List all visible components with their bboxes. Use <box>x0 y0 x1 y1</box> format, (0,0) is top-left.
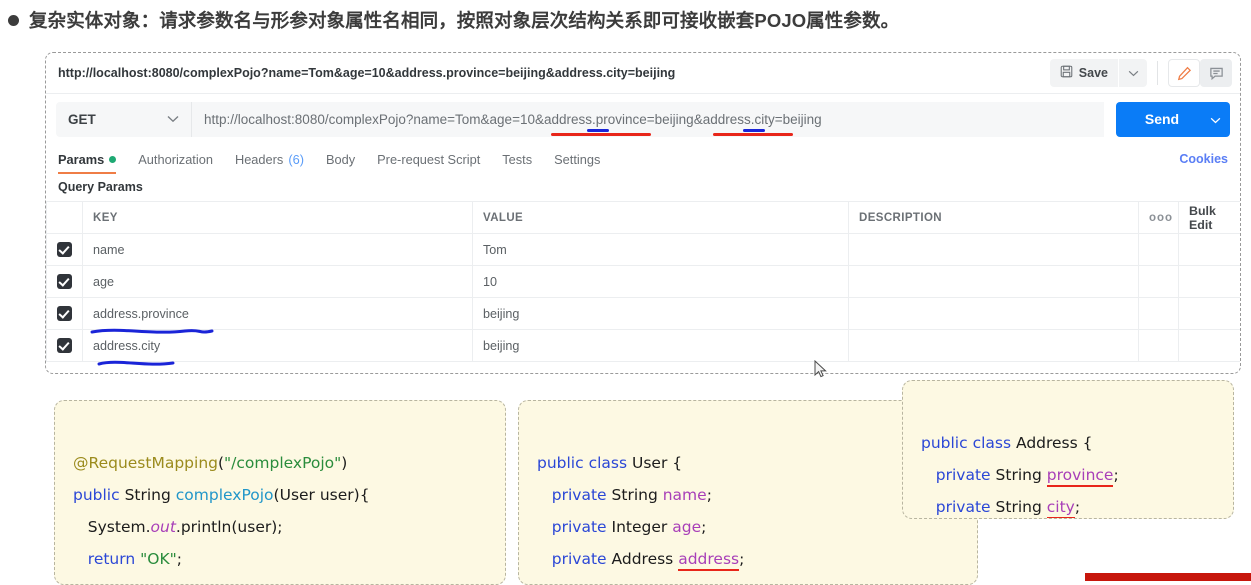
query-params-heading: Query Params <box>58 180 143 194</box>
row-description-name[interactable] <box>848 233 1139 266</box>
address-class-code-card: public class Address { private String pr… <box>902 380 1234 519</box>
mouse-cursor-icon <box>814 360 827 378</box>
checkbox-checked-icon <box>57 242 72 258</box>
save-dropdown-button[interactable] <box>1119 59 1147 87</box>
edit-request-button[interactable] <box>1168 59 1200 87</box>
code-field-province-underlined: province <box>1046 466 1114 487</box>
tab-headers[interactable]: Headers (6) <box>235 144 304 174</box>
row-description-address-city[interactable] <box>848 329 1139 362</box>
table-options-button[interactable]: ooo <box>1138 201 1179 234</box>
row-value-address-province[interactable]: beijing <box>472 297 849 330</box>
tab-settings-label: Settings <box>554 151 601 167</box>
table-row: name Tom <box>46 233 1240 266</box>
header-description: DESCRIPTION <box>848 201 1139 234</box>
save-button-label: Save <box>1078 66 1108 80</box>
tab-tests[interactable]: Tests <box>502 144 532 174</box>
row-value-age[interactable]: 10 <box>472 265 849 298</box>
row-value-name[interactable]: Tom <box>472 233 849 266</box>
row-spacer-2 <box>1178 297 1240 330</box>
table-header-row: KEY VALUE DESCRIPTION ooo Bulk Edit <box>46 201 1240 234</box>
cookies-link[interactable]: Cookies <box>1179 152 1228 166</box>
table-row: address.province beijing <box>46 297 1240 330</box>
slide-bullet: 复杂实体对象：请求参数名与形参对象属性名相同，按照对象层次结构关系即可接收嵌套P… <box>8 4 1248 36</box>
tab-tests-label: Tests <box>502 151 533 167</box>
tab-params-label: Params <box>58 151 105 167</box>
header-key: KEY <box>82 201 473 234</box>
row-checkbox-name[interactable] <box>46 233 83 266</box>
slide-bullet-text: 复杂实体对象：请求参数名与形参对象属性名相同，按照对象层次结构关系即可接收嵌套P… <box>29 10 900 31</box>
row-spacer-1 <box>1138 329 1179 362</box>
send-dropdown-button[interactable] <box>1200 111 1230 127</box>
params-modified-dot-icon <box>109 155 117 163</box>
tab-params[interactable]: Params <box>58 144 117 174</box>
save-button[interactable]: Save <box>1049 59 1118 87</box>
tab-headers-label: Headers <box>234 151 284 167</box>
controller-code-card: @RequestMapping("/complexPojo") public S… <box>54 400 506 585</box>
http-method-select[interactable]: GET <box>56 101 191 137</box>
chevron-down-icon <box>1128 70 1138 76</box>
row-spacer-2 <box>1178 329 1240 362</box>
tab-pre-request-script[interactable]: Pre-request Script <box>377 144 480 174</box>
request-tab-title[interactable]: http://localhost:8080/complexPojo?name=T… <box>58 66 1050 80</box>
code-field-city-underlined: city <box>1046 498 1075 518</box>
table-row: age 10 <box>46 265 1240 298</box>
http-method-value: GET <box>68 111 96 127</box>
request-bar: GET http://localhost:8080/complexPojo?na… <box>46 94 1240 144</box>
bullet-dot-icon <box>8 14 19 26</box>
toolbar-divider <box>1157 61 1158 85</box>
checkbox-checked-icon <box>57 306 72 322</box>
row-key-name[interactable]: name <box>82 233 473 266</box>
pencil-icon <box>1177 66 1191 80</box>
header-checkbox-cell <box>46 201 83 234</box>
tab-authorization-label: Authorization <box>138 151 213 167</box>
tab-headers-count: (6) <box>288 151 304 167</box>
row-key-address-province[interactable]: address.province <box>82 297 473 330</box>
row-description-address-province[interactable] <box>848 297 1139 330</box>
row-spacer-1 <box>1138 265 1179 298</box>
row-checkbox-address-province[interactable] <box>46 297 83 330</box>
row-spacer-1 <box>1138 233 1179 266</box>
row-description-age[interactable] <box>848 265 1139 298</box>
tab-settings[interactable]: Settings <box>554 144 600 174</box>
bulk-edit-button[interactable]: Bulk Edit <box>1178 201 1240 234</box>
comments-button[interactable] <box>1200 59 1232 87</box>
send-button-label: Send <box>1144 111 1180 127</box>
row-value-address-city[interactable]: beijing <box>472 329 849 362</box>
row-spacer-2 <box>1178 233 1240 266</box>
request-tabs: Params Authorization Headers (6) Body Pr… <box>46 144 1240 174</box>
header-value: VALUE <box>472 201 849 234</box>
table-row: address.city beijing <box>46 329 1240 362</box>
send-button[interactable]: Send <box>1116 101 1230 137</box>
code-field-address-underlined: address <box>678 550 740 571</box>
code-keyword-public: public <box>73 486 120 504</box>
floppy-disk-icon <box>1060 65 1073 81</box>
row-key-address-city[interactable]: address.city <box>82 329 473 362</box>
checkbox-checked-icon <box>57 274 72 290</box>
tab-body-label: Body <box>325 151 356 167</box>
row-spacer-1 <box>1138 297 1179 330</box>
request-url-text: http://localhost:8080/complexPojo?name=T… <box>204 111 822 127</box>
postman-screenshot-panel: http://localhost:8080/complexPojo?name=T… <box>45 52 1241 374</box>
chevron-down-icon <box>1210 117 1220 124</box>
row-spacer-2 <box>1178 265 1240 298</box>
row-checkbox-age[interactable] <box>46 265 83 298</box>
query-params-table: KEY VALUE DESCRIPTION ooo Bulk Edit name… <box>46 201 1240 362</box>
postman-tab-bar: http://localhost:8080/complexPojo?name=T… <box>46 53 1240 94</box>
bottom-red-strip <box>1085 573 1251 581</box>
request-url-input[interactable]: http://localhost:8080/complexPojo?name=T… <box>191 101 1104 137</box>
code-annotation-requestmapping: @RequestMapping <box>73 454 218 472</box>
tab-body[interactable]: Body <box>326 144 355 174</box>
checkbox-checked-icon <box>57 338 72 354</box>
tab-pre-request-script-label: Pre-request Script <box>377 151 481 167</box>
row-key-age[interactable]: age <box>82 265 473 298</box>
chevron-down-icon <box>167 115 179 123</box>
row-checkbox-address-city[interactable] <box>46 329 83 362</box>
tab-authorization[interactable]: Authorization <box>138 144 213 174</box>
comment-icon <box>1209 67 1223 80</box>
